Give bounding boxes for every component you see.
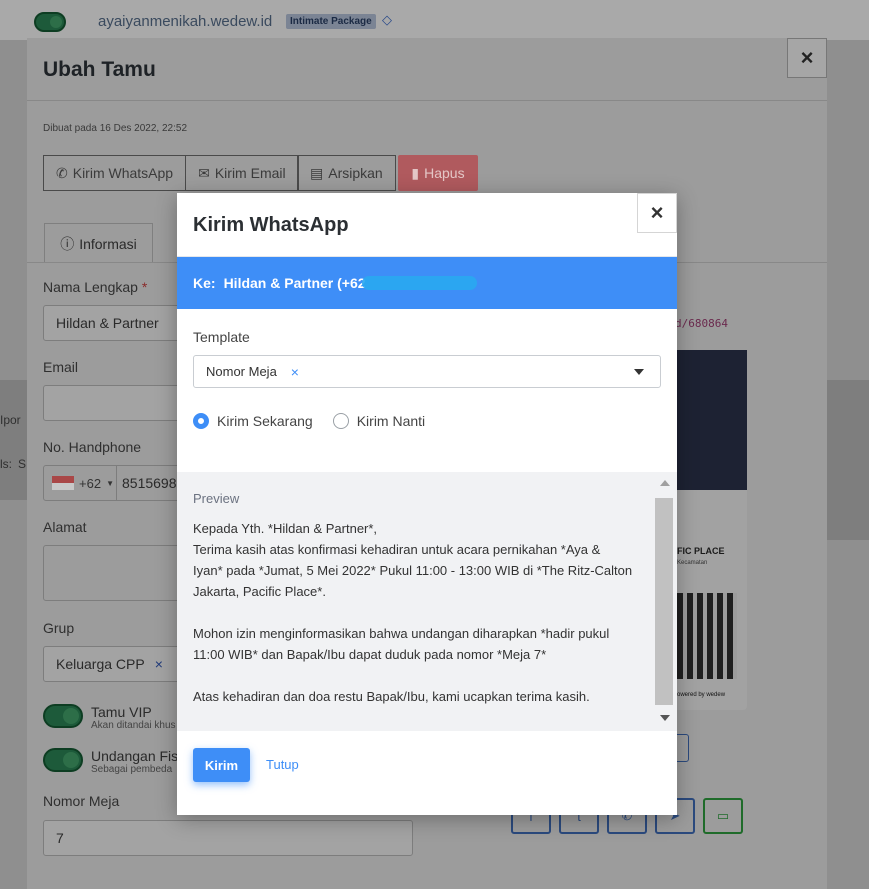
archive-icon: ▤ [310,164,324,181]
line-share-button[interactable]: ▭ [703,798,743,834]
country-code-select[interactable]: +62 ▼ [43,465,117,501]
scroll-up-icon[interactable] [660,480,670,486]
radio-send-later-label: Kirim Nanti [356,413,426,429]
background-fragment: Ipor [0,413,21,427]
template-clear-icon[interactable]: × [291,364,299,380]
send-button-group: ✆ Kirim WhatsApp ✉ Kirim Email [43,155,299,191]
redaction-mark [361,276,477,290]
created-timestamp: Dibuat pada 16 Des 2022, 22:52 [43,123,187,134]
scroll-thumb[interactable] [655,498,673,705]
vip-toggle[interactable] [43,704,83,728]
tab-informasi[interactable]: ⓘ Informasi [44,223,153,263]
scroll-down-icon[interactable] [660,715,670,721]
background-side-panel [0,380,27,500]
group-label: Grup [43,620,75,636]
physical-invite-title: Undangan Fisik [91,748,189,764]
invitation-link[interactable]: d/680864 [675,317,728,330]
background-domain: ayaiyanmenikah.wedew.id [98,13,273,30]
send-email-label: Kirim Email [214,165,286,181]
address-label: Alamat [43,519,87,535]
radio-send-later-indicator [332,413,349,429]
caret-down-icon [634,369,644,375]
preview-title: Preview [193,491,240,506]
recipient-label: Ke: [193,275,216,291]
vip-toggle-row: Tamu VIP Akan ditandai khus [43,704,176,731]
preview-scrollbar[interactable] [653,475,675,728]
archive-button[interactable]: ▤ Arsipkan [297,155,396,191]
radio-send-now-label: Kirim Sekarang [217,413,313,429]
package-badge: Intimate Package [286,14,376,29]
country-code: +62 [79,475,102,491]
send-whatsapp-label: Kirim WhatsApp [72,165,174,181]
send-whatsapp-close-button[interactable]: × [637,193,677,233]
name-label-text: Nama Lengkap [43,279,138,295]
tab-informasi-label: Informasi [79,235,137,252]
name-label: Nama Lengkap * [43,279,147,295]
physical-invite-toggle[interactable] [43,748,83,772]
diamond-icon: ◇ [382,12,392,27]
close-link[interactable]: Tutup [266,757,299,772]
physical-invite-subtitle: Sebagai pembeda [91,764,173,775]
phone-label: No. Handphone [43,439,142,455]
table-number-field[interactable]: 7 [43,820,413,856]
delete-button[interactable]: ▮ Hapus [398,155,478,191]
caret-down-icon: ▼ [106,478,114,488]
card-powered-by: owered by wedew [677,692,726,698]
table-number-label: Nomor Meja [43,793,120,809]
delete-label: Hapus [424,165,465,181]
send-whatsapp-modal: Kirim WhatsApp × Ke: Hildan & Partner (+… [177,193,677,815]
message-preview: Preview Kepada Yth. *Hildan & Partner*, … [177,472,677,731]
card-subtitle: Kecamatan [677,560,708,566]
info-icon: ⓘ [60,235,75,252]
trash-icon: ▮ [411,164,420,181]
required-marker: * [141,279,148,295]
envelope-icon: ✉ [198,164,210,181]
template-value: Nomor Meja [206,364,277,379]
preview-body: Kepada Yth. *Hildan & Partner*, Terima k… [193,521,633,704]
background-side-panel-right [827,380,869,540]
radio-send-now[interactable]: Kirim Sekarang [193,413,313,429]
qr-code-icon [677,593,737,679]
vip-title: Tamu VIP [91,704,152,720]
edit-guest-title: Ubah Tamu [43,58,156,81]
edit-guest-close-button[interactable]: × [787,38,827,78]
line-icon: ▭ [716,808,730,823]
send-whatsapp-title: Kirim WhatsApp [193,214,349,236]
indonesia-flag-icon [52,476,74,490]
send-whatsapp-button[interactable]: ✆ Kirim WhatsApp [43,155,187,191]
edit-guest-header: Ubah Tamu × [27,38,827,101]
archive-label: Arsipkan [328,165,383,181]
template-label: Template [193,329,250,345]
group-remove-icon[interactable]: × [155,656,163,672]
send-whatsapp-header: Kirim WhatsApp × [177,193,677,257]
send-button[interactable]: Kirim [193,748,250,782]
radio-send-later[interactable]: Kirim Nanti [332,413,426,429]
whatsapp-icon: ✆ [56,164,68,181]
couple-photo [677,350,747,490]
card-venue: FIC PLACE [677,546,725,556]
group-chip: Keluarga CPP [56,656,145,672]
recipient-bar: Ke: Hildan & Partner (+62 [177,257,677,309]
physical-invite-toggle-row: Undangan Fisik Sebagai pembeda [43,748,188,775]
template-select[interactable]: Nomor Meja × [193,355,661,388]
vip-subtitle: Akan ditandai khus [91,720,176,731]
send-time-radio-group: Kirim Sekarang Kirim Nanti [193,413,425,429]
background-fragment: ls: [0,457,12,471]
recipient-value: Hildan & Partner (+62 [223,275,366,291]
background-fragment: S [18,457,27,471]
background-toggle [34,12,66,32]
radio-send-now-indicator [193,413,209,429]
email-label: Email [43,359,79,375]
send-email-button[interactable]: ✉ Kirim Email [186,155,299,191]
